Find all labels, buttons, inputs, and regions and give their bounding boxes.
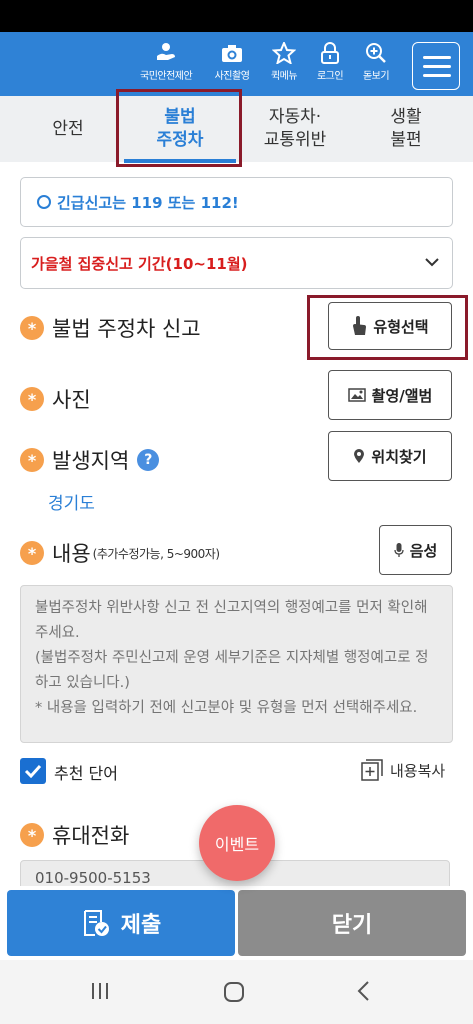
copy-content-button[interactable]: 내용복사 — [360, 758, 445, 782]
location-row: * 발생지역 ? — [20, 445, 160, 475]
home-icon[interactable] — [222, 980, 246, 1004]
circle-icon — [37, 195, 51, 209]
emergency-notice: 긴급신고는 119 또는 112! — [20, 177, 453, 227]
campaign-select[interactable]: 가을철 집중신고 기간(10~11월) — [20, 237, 453, 289]
report-type-row: * 불법 주정차 신고 — [20, 313, 201, 343]
required-asterisk-icon: * — [20, 448, 44, 472]
event-label: 이벤트 — [214, 835, 260, 854]
copy-plus-icon — [361, 759, 383, 781]
region-value: 경기도 — [48, 494, 95, 514]
status-bar — [0, 0, 473, 32]
required-asterisk-icon: * — [20, 387, 44, 411]
voice-input-button[interactable]: 음성 — [379, 525, 452, 575]
lock-icon — [321, 42, 339, 64]
magnifier-label: 돋보기 — [362, 71, 390, 82]
find-location-button[interactable]: 위치찾기 — [328, 431, 452, 481]
camera-button[interactable]: 사진촬영 — [206, 42, 258, 82]
document-check-icon — [83, 910, 109, 936]
login-label: 로그인 — [316, 71, 344, 82]
campaign-select-value: 가을철 집중신고 기간(10~11월) — [31, 254, 248, 273]
tab-traffic-line2: 교통위반 — [263, 130, 327, 150]
app-header: 국민안전제안 사진촬영 퀵메뉴 로그인 돋보기 — [0, 32, 473, 96]
content-hint: (추가수정가능, 5~900자) — [92, 546, 220, 561]
login-button[interactable]: 로그인 — [304, 42, 356, 82]
recent-apps-icon[interactable] — [89, 980, 111, 1002]
microphone-icon — [394, 543, 404, 557]
quick-menu-label: 퀵메뉴 — [270, 71, 298, 82]
phone-row: * 휴대전화 — [20, 820, 129, 850]
back-icon[interactable] — [356, 980, 372, 1002]
recommend-label: 추천 단어 — [54, 764, 118, 783]
tab-living-line1: 생활 — [390, 107, 422, 127]
voice-input-label: 음성 — [409, 541, 438, 560]
photo-album-label: 촬영/앨범 — [371, 386, 433, 405]
report-type-label: 불법 주정차 신고 — [52, 317, 201, 341]
close-label: 닫기 — [331, 913, 373, 938]
safety-proposal-label: 국민안전제안 — [140, 71, 193, 82]
tab-highlight-box — [116, 89, 242, 167]
copy-content-label: 내용복사 — [390, 761, 446, 780]
tab-living-line2: 불편 — [390, 130, 422, 150]
submit-label: 제출 — [120, 913, 162, 938]
content-textarea[interactable] — [20, 585, 453, 743]
magnifier-button[interactable]: 돋보기 — [350, 42, 402, 82]
camera-icon — [222, 45, 242, 62]
photo-row: * 사진 — [20, 384, 91, 414]
content-label: 내용 — [52, 542, 91, 566]
system-nav-bar — [0, 960, 473, 1024]
phone-label: 휴대전화 — [52, 824, 130, 848]
content-row: * 내용 (추가수정가능, 5~900자) — [20, 538, 220, 568]
tab-living-inconvenience[interactable]: 생활 불편 — [356, 96, 456, 162]
hamburger-menu-button[interactable] — [412, 42, 460, 90]
map-pin-icon — [354, 449, 365, 463]
recommend-checkbox[interactable] — [20, 758, 46, 784]
magnifier-plus-icon — [366, 43, 386, 63]
event-floating-button[interactable]: 이벤트 — [199, 805, 275, 881]
tab-traffic-violation[interactable]: 자동차· 교통위반 — [240, 96, 350, 162]
tab-traffic-line1: 자동차· — [268, 107, 322, 127]
safety-proposal-button[interactable]: 국민안전제안 — [140, 42, 193, 82]
hamburger-menu-icon — [423, 56, 451, 59]
camera-label: 사진촬영 — [214, 71, 250, 82]
tab-safety[interactable]: 안전 — [18, 96, 118, 162]
quick-menu-button[interactable]: 퀵메뉴 — [258, 42, 310, 82]
checkmark-icon — [24, 764, 42, 778]
required-asterisk-icon: * — [20, 541, 44, 565]
tab-safety-label: 안전 — [52, 118, 84, 139]
required-asterisk-icon: * — [20, 823, 44, 847]
type-select-highlight-box — [307, 295, 468, 360]
close-button[interactable]: 닫기 — [238, 890, 466, 956]
help-icon[interactable]: ? — [137, 449, 160, 471]
star-icon — [272, 42, 296, 64]
submit-button[interactable]: 제출 — [7, 890, 235, 956]
photo-label: 사진 — [52, 388, 91, 412]
photo-album-button[interactable]: 촬영/앨범 — [328, 370, 452, 420]
find-location-label: 위치찾기 — [371, 447, 427, 466]
safety-proposal-icon — [157, 43, 175, 60]
image-icon — [347, 388, 366, 402]
emergency-notice-text: 긴급신고는 119 또는 112! — [57, 193, 239, 212]
chevron-down-icon — [425, 258, 439, 267]
required-asterisk-icon: * — [20, 316, 44, 340]
location-label: 발생지역 — [52, 449, 130, 473]
